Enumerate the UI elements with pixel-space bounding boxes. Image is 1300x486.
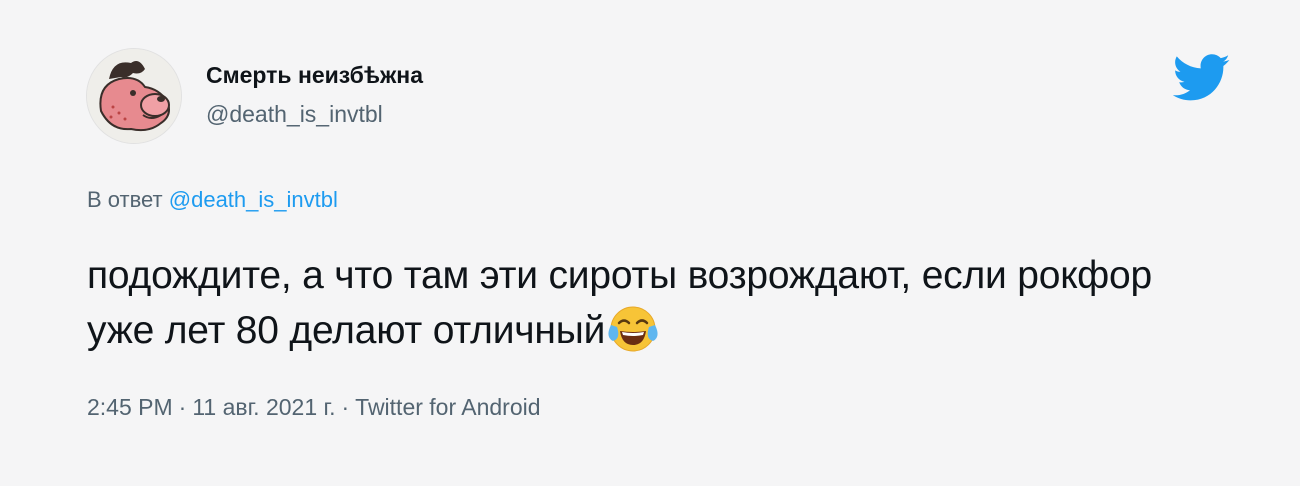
- tweet-time[interactable]: 2:45 PM: [87, 394, 173, 420]
- reply-context: В ответ @death_is_invtbl: [87, 187, 338, 213]
- meta-separator: ·: [341, 394, 350, 420]
- reply-mention-link[interactable]: @death_is_invtbl: [169, 187, 338, 212]
- author-display-name[interactable]: Смерть неизбѣжна: [206, 62, 423, 89]
- author-handle[interactable]: @death_is_invtbl: [206, 101, 383, 128]
- avatar[interactable]: [86, 48, 182, 144]
- tweet-source: Twitter for Android: [355, 394, 541, 420]
- tweet-date[interactable]: 11 авг. 2021 г.: [192, 394, 335, 420]
- cartoon-bulldog-avatar-icon: [87, 49, 181, 143]
- meta-separator: ·: [178, 394, 187, 420]
- tweet-body: подождите, а что там эти сироты возрожда…: [87, 249, 1227, 358]
- reply-prefix: В ответ: [87, 187, 163, 212]
- tweet-meta: 2:45 PM · 11 авг. 2021 г. · Twitter for Andr…: [87, 394, 541, 421]
- twitter-bird-icon[interactable]: [1172, 54, 1231, 102]
- face-with-tears-of-joy-icon: [607, 303, 659, 355]
